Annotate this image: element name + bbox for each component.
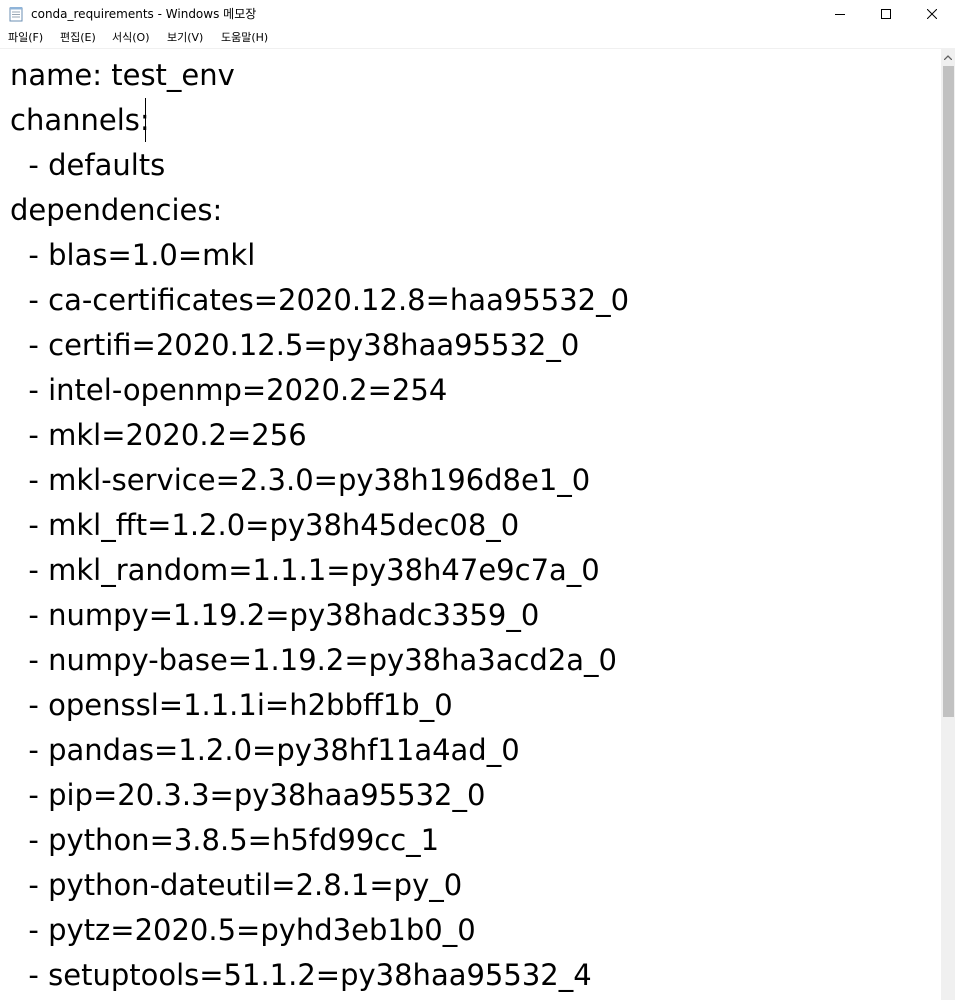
text-line[interactable]: - numpy-base=1.19.2=py38ha3acd2a_0	[10, 638, 617, 683]
close-button[interactable]	[909, 0, 955, 28]
menu-edit[interactable]: 편집(E)	[60, 30, 96, 46]
text-line[interactable]: - mkl=2020.2=256	[10, 413, 306, 458]
menu-help[interactable]: 도움말(H)	[221, 30, 268, 46]
scroll-up-arrow-icon	[944, 55, 952, 60]
text-caret	[145, 98, 146, 142]
text-editor[interactable]: name: test_env channels: - defaults depe…	[0, 49, 941, 1000]
text-line[interactable]: - python=3.8.5=h5fd99cc_1	[10, 818, 439, 863]
maximize-button[interactable]	[863, 0, 909, 28]
minimize-icon	[835, 14, 845, 15]
notepad-icon[interactable]	[9, 6, 23, 22]
text-line[interactable]: - intel-openmp=2020.2=254	[10, 368, 447, 413]
text-line[interactable]: - openssl=1.1.1i=h2bbff1b_0	[10, 683, 452, 728]
text-line[interactable]: - numpy=1.19.2=py38hadc3359_0	[10, 593, 539, 638]
close-icon	[927, 9, 937, 19]
text-line[interactable]: - ca-certificates=2020.12.8=haa95532_0	[10, 278, 629, 323]
menu-bar: 파일(F) 편집(E) 서식(O) 보기(V) 도움말(H)	[0, 28, 955, 49]
text-line[interactable]: - setuptools=51.1.2=py38haa95532_4	[10, 953, 591, 998]
menu-format[interactable]: 서식(O)	[112, 30, 149, 46]
maximize-icon	[881, 9, 891, 19]
text-line[interactable]: - pip=20.3.3=py38haa95532_0	[10, 773, 485, 818]
menu-file[interactable]: 파일(F)	[8, 30, 43, 46]
text-line[interactable]: - pandas=1.2.0=py38hf11a4ad_0	[10, 728, 519, 773]
text-line[interactable]: - mkl-service=2.3.0=py38h196d8e1_0	[10, 458, 590, 503]
text-line[interactable]: - pytz=2020.5=pyhd3eb1b0_0	[10, 908, 475, 953]
text-line[interactable]: - defaults	[10, 143, 165, 188]
text-line[interactable]: dependencies:	[10, 188, 222, 233]
text-line[interactable]: - blas=1.0=mkl	[10, 233, 255, 278]
window-title: conda_requirements - Windows 메모장	[31, 7, 257, 21]
scrollbar-thumb[interactable]	[943, 66, 954, 717]
scroll-up-button[interactable]	[941, 49, 955, 66]
vertical-scrollbar[interactable]	[941, 49, 955, 1000]
text-line[interactable]: - python-dateutil=2.8.1=py_0	[10, 863, 462, 908]
minimize-button[interactable]	[817, 0, 863, 28]
notepad-window: conda_requirements - Windows 메모장 파일(F) 편…	[0, 0, 955, 1000]
text-line[interactable]: - mkl_random=1.1.1=py38h47e9c7a_0	[10, 548, 599, 593]
menu-view[interactable]: 보기(V)	[167, 30, 203, 46]
text-line[interactable]: name: test_env	[10, 53, 235, 98]
text-line[interactable]: channels:	[10, 98, 150, 143]
title-bar[interactable]: conda_requirements - Windows 메모장	[0, 0, 955, 28]
text-line[interactable]: - mkl_fft=1.2.0=py38h45dec08_0	[10, 503, 519, 548]
text-line[interactable]: - certifi=2020.12.5=py38haa95532_0	[10, 323, 579, 368]
